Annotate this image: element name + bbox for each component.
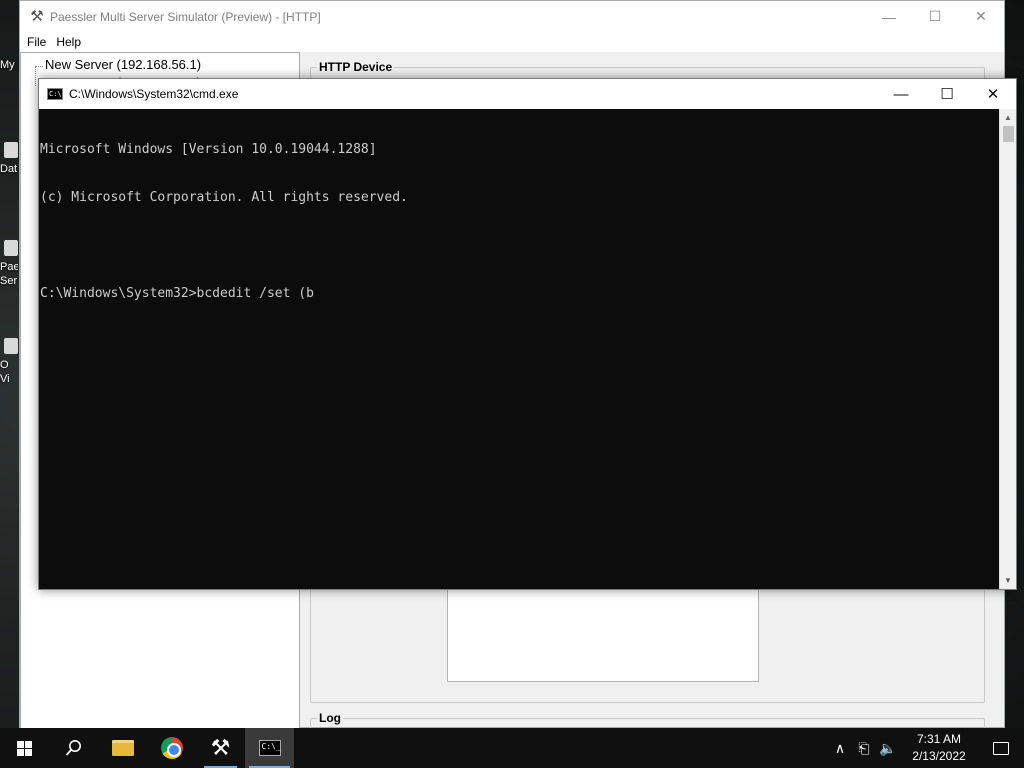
minimize-button[interactable]: —	[866, 1, 912, 32]
tools-icon: ⚒	[210, 735, 231, 760]
taskbar: ⚒ C:\_ ∧ ⎗ 🔈 7:31 AM 2/13/2022	[0, 728, 1024, 768]
menu-help[interactable]: Help	[53, 35, 88, 49]
http-device-panel	[447, 588, 759, 682]
chevron-up-icon[interactable]: ∧	[828, 740, 852, 757]
cmd-icon: C:\	[47, 88, 63, 100]
close-button[interactable]: ✕	[958, 1, 1004, 32]
tree-connector	[35, 66, 43, 67]
console-prompt-line[interactable]: C:\Windows\System32>bcdedit /set (b	[40, 286, 1000, 302]
desktop-icon-label: O Vi	[0, 359, 10, 385]
menu-bar: File Help	[20, 32, 1004, 52]
notification-button[interactable]	[978, 728, 1024, 768]
network-icon[interactable]: ⎗	[852, 740, 876, 757]
cmd-title-bar[interactable]: C:\ C:\Windows\System32\cmd.exe — ☐ ✕	[39, 79, 1016, 109]
taskbar-file-explorer[interactable]	[98, 728, 147, 768]
paessler-icon	[4, 240, 18, 256]
tree-connector	[35, 66, 36, 86]
menu-file[interactable]: File	[24, 35, 53, 49]
paessler-title-bar[interactable]: ⚒ Paessler Multi Server Simulator (Previ…	[20, 1, 1004, 32]
http-device-label: HTTP Device	[317, 60, 395, 74]
vertical-scrollbar[interactable]: ▲ ▼	[999, 109, 1016, 589]
volume-icon[interactable]: 🔈	[876, 740, 900, 757]
taskbar-paessler[interactable]: ⚒	[196, 728, 245, 768]
cmd-console[interactable]: Microsoft Windows [Version 10.0.19044.12…	[39, 109, 1000, 589]
scroll-down-arrow-icon[interactable]: ▼	[1000, 572, 1016, 589]
console-line: (c) Microsoft Corporation. All rights re…	[40, 190, 408, 205]
clock-time: 7:31 AM	[916, 732, 962, 746]
minimize-button[interactable]: —	[878, 79, 924, 109]
folder-icon	[111, 740, 134, 756]
cmd-window-title: C:\Windows\System32\cmd.exe	[69, 87, 239, 101]
close-button[interactable]: ✕	[970, 79, 1016, 109]
chrome-icon	[160, 737, 183, 759]
scroll-thumb[interactable]	[1003, 126, 1014, 142]
windows-logo-icon	[17, 740, 32, 756]
desktop-icon-label: Pae Ser	[0, 261, 18, 287]
notification-icon	[993, 741, 1009, 755]
search-icon	[65, 740, 81, 756]
log-label: Log	[317, 711, 343, 725]
clock-date: 2/13/2022	[912, 749, 966, 763]
cmd-window[interactable]: C:\ C:\Windows\System32\cmd.exe — ☐ ✕ Mi…	[38, 78, 1017, 590]
window-title: Paessler Multi Server Simulator (Preview…	[50, 9, 321, 24]
system-tray: ∧ ⎗ 🔈 7:31 AM 2/13/2022	[828, 728, 1024, 768]
maximize-button[interactable]: ☐	[912, 1, 958, 32]
taskbar-cmd[interactable]: C:\_	[245, 728, 294, 768]
maximize-button[interactable]: ☐	[924, 79, 970, 109]
taskbar-chrome[interactable]	[147, 728, 196, 768]
clock[interactable]: 7:31 AM 2/13/2022	[900, 731, 978, 765]
search-button[interactable]	[49, 728, 98, 768]
app-icon	[4, 338, 18, 354]
cmd-icon: C:\_	[258, 740, 281, 756]
tools-icon: ⚒	[30, 7, 44, 25]
database-icon	[4, 142, 18, 158]
console-line: Microsoft Windows [Version 10.0.19044.12…	[40, 142, 377, 157]
tree-node-server-1[interactable]: New Server (192.168.56.1)	[45, 56, 201, 73]
start-button[interactable]	[0, 728, 49, 768]
scroll-up-arrow-icon[interactable]: ▲	[1000, 109, 1016, 126]
